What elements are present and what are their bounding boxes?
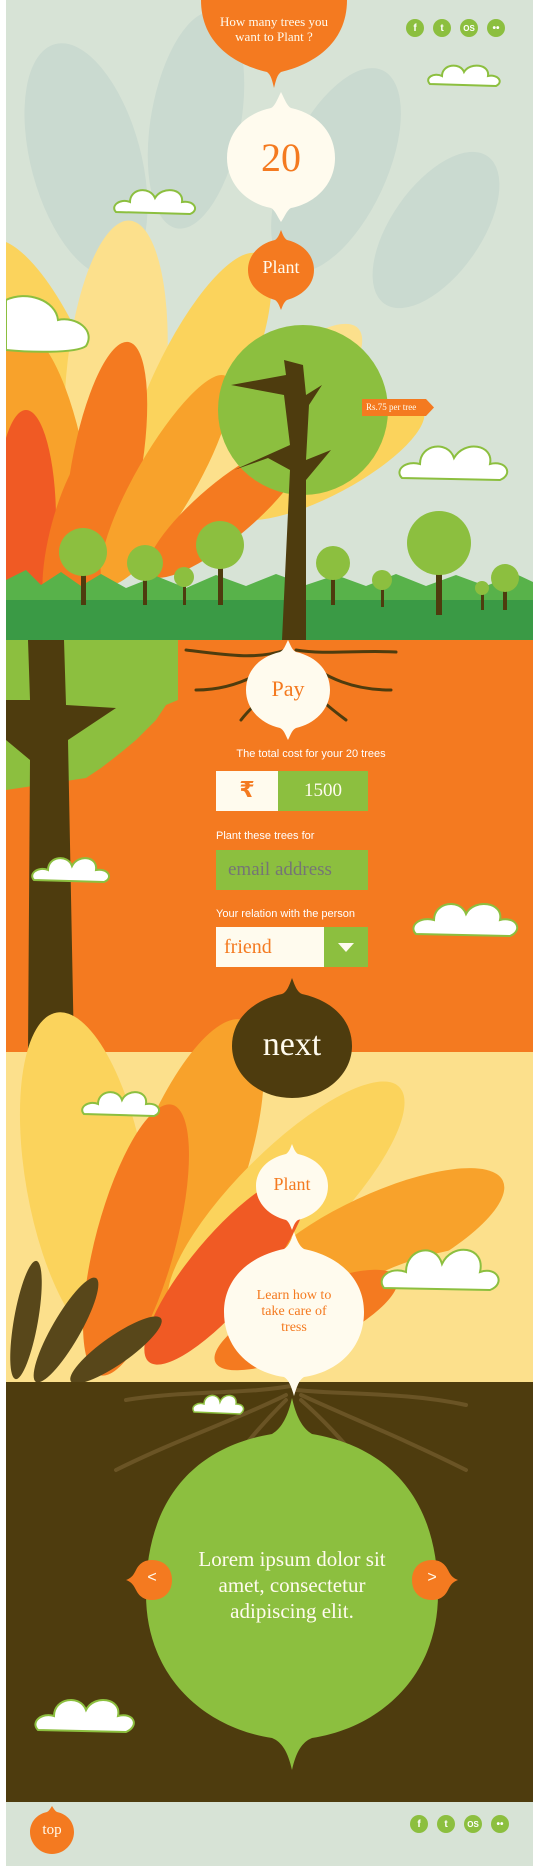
chevron-left-icon: < bbox=[147, 1569, 157, 1586]
cloud-icon bbox=[113, 189, 197, 216]
carousel-next-button[interactable]: > bbox=[412, 1560, 458, 1600]
chevron-down-icon[interactable] bbox=[324, 927, 368, 967]
chevron-right-icon: > bbox=[427, 1569, 437, 1586]
cloud-icon bbox=[380, 1248, 500, 1292]
tree-count-bubble[interactable]: 20 bbox=[227, 92, 335, 222]
cloud-icon bbox=[6, 295, 90, 353]
price-tag-text: Rs.75 per tree bbox=[366, 402, 417, 412]
facebook-icon[interactable]: f bbox=[406, 19, 424, 37]
os-icon[interactable]: OS bbox=[460, 19, 478, 37]
carousel-prev-button[interactable]: < bbox=[126, 1560, 172, 1600]
flickr-icon[interactable]: •• bbox=[491, 1815, 509, 1833]
cloud-icon bbox=[31, 857, 111, 884]
learn-care-bubble[interactable]: Learn how to take care of tress bbox=[224, 1232, 364, 1396]
twitter-icon[interactable]: t bbox=[433, 19, 451, 37]
plant-tab-bubble[interactable]: Plant bbox=[256, 1144, 328, 1230]
cloud-icon bbox=[412, 902, 519, 938]
cloud-icon bbox=[34, 1698, 135, 1734]
total-cost-label: The total cost for your 20 trees bbox=[236, 748, 386, 760]
os-icon[interactable]: OS bbox=[464, 1815, 482, 1833]
email-field[interactable] bbox=[216, 850, 368, 890]
next-button[interactable]: next bbox=[232, 978, 352, 1098]
learn-care-text: Learn how to take care of tress bbox=[256, 1288, 332, 1335]
plant-tab-label: Plant bbox=[273, 1174, 311, 1194]
twitter-icon[interactable]: t bbox=[437, 1815, 455, 1833]
cloud-icon bbox=[81, 1091, 161, 1118]
back-to-top-label: top bbox=[42, 1822, 62, 1838]
total-cost-value: 1500 bbox=[278, 771, 368, 811]
tips-carousel: Lorem ipsum dolor sit amet, consectetur … bbox=[146, 1398, 438, 1770]
total-cost-display: ₹ 1500 bbox=[216, 771, 368, 811]
cloud-icon bbox=[427, 64, 501, 88]
flickr-icon[interactable]: •• bbox=[487, 19, 505, 37]
relation-label: Your relation with the person bbox=[216, 908, 356, 920]
cloud-icon bbox=[398, 445, 509, 482]
plant-button[interactable]: Plant bbox=[248, 230, 314, 310]
header-question-text: How many trees you want to Plant ? bbox=[220, 14, 328, 44]
plant-button-label: Plant bbox=[262, 257, 300, 277]
header-question-drop: How many trees you want to Plant ? bbox=[201, 0, 347, 90]
page-frame: How many trees you want to Plant ? f t O… bbox=[6, 0, 533, 1866]
plant-for-label: Plant these trees for bbox=[216, 830, 315, 842]
relation-select[interactable]: friend bbox=[216, 927, 368, 967]
pay-button[interactable]: Pay bbox=[246, 640, 330, 740]
facebook-icon[interactable]: f bbox=[410, 1815, 428, 1833]
price-tag: Rs.75 per tree bbox=[362, 399, 434, 416]
tree-count-value: 20 bbox=[261, 135, 301, 180]
carousel-text: Lorem ipsum dolor sit amet, consectetur … bbox=[198, 1547, 386, 1623]
next-button-label: next bbox=[262, 1026, 322, 1063]
back-to-top-button[interactable]: top bbox=[30, 1806, 74, 1854]
pay-button-label: Pay bbox=[271, 676, 305, 701]
rupee-icon: ₹ bbox=[216, 771, 278, 811]
relation-select-value: friend bbox=[216, 927, 324, 967]
